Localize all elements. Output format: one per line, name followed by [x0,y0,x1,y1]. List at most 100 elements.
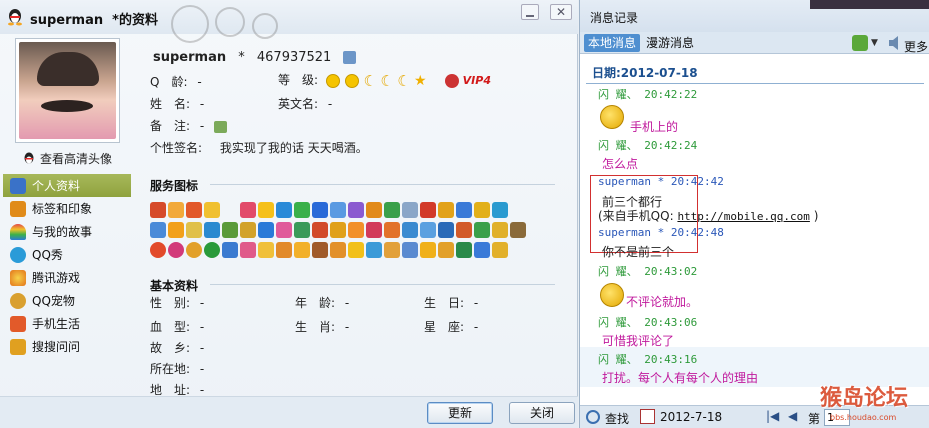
speaker-icon[interactable] [888,35,902,51]
service-icon[interactable] [384,222,400,238]
calendar-icon[interactable] [640,409,655,424]
question-icon [10,338,26,355]
service-icon[interactable] [384,202,400,218]
service-icon[interactable] [348,222,364,238]
service-icon[interactable] [168,222,184,238]
service-icon[interactable] [492,202,508,218]
service-icon[interactable] [420,242,436,258]
search-icon[interactable] [586,410,600,424]
chevron-down-icon[interactable]: ▼ [871,38,878,48]
service-icon[interactable] [402,242,418,258]
service-icon[interactable] [492,242,508,258]
update-button[interactable]: 更新 [427,402,493,424]
service-icon[interactable] [312,242,328,258]
service-icon[interactable] [402,222,418,238]
section-divider [210,284,555,285]
service-icon[interactable] [348,242,364,258]
service-icon[interactable] [240,202,256,218]
service-icon[interactable] [222,222,238,238]
nav-item-story[interactable]: 与我的故事 [3,220,131,243]
service-icon[interactable] [168,202,184,218]
service-icon[interactable] [168,242,184,258]
service-icon[interactable] [330,242,346,258]
service-icon[interactable] [366,202,382,218]
service-icon[interactable] [474,222,490,238]
service-icon[interactable] [492,222,508,238]
service-icon[interactable] [276,242,292,258]
service-icon[interactable] [384,242,400,258]
service-icon[interactable] [366,242,382,258]
service-icon[interactable] [474,242,490,258]
service-icon[interactable] [366,222,382,238]
service-icon[interactable] [240,242,256,258]
service-icon[interactable] [150,222,166,238]
service-icon[interactable] [294,222,310,238]
constellation-row: 星 座: - [424,320,479,334]
service-icon[interactable] [420,222,436,238]
message-header: superman * 20:42:48 [598,226,724,239]
service-icon[interactable] [420,202,436,218]
service-icon[interactable] [294,202,310,218]
mobile-qq-link[interactable]: http://mobile.qq.com [677,210,809,223]
service-icon[interactable] [204,242,220,258]
first-page-icon[interactable]: |◀ [766,409,779,423]
service-icon[interactable] [312,202,328,218]
service-icon[interactable] [258,202,274,218]
service-icon[interactable] [276,222,292,238]
service-icon[interactable] [402,202,418,218]
date-divider [586,83,924,84]
service-icon[interactable] [330,202,346,218]
service-icon[interactable] [150,242,166,258]
close-window-button[interactable]: ✕ [550,4,572,20]
service-icon[interactable] [222,202,238,218]
basic-info-heading: 基本资料 [150,279,199,293]
service-icon[interactable] [438,242,454,258]
service-icon[interactable] [474,202,490,218]
tab-local-messages[interactable]: 本地消息 [584,34,641,52]
nav-item-qqshow[interactable]: QQ秀 [3,243,131,266]
nav-item-tags[interactable]: 标签和印象 [3,197,131,220]
message-list: 日期:2012-07-18 闪 耀、 20:42:22 手机上的 闪 耀、 20… [580,55,929,405]
service-icon[interactable] [456,202,472,218]
service-icon[interactable] [330,222,346,238]
service-icon[interactable] [258,242,274,258]
service-icon[interactable] [240,222,256,238]
service-icon[interactable] [294,242,310,258]
close-button[interactable]: 关闭 [509,402,575,424]
service-icon[interactable] [438,222,454,238]
view-hd-avatar-link[interactable]: 查看高清头像 [22,150,112,167]
service-icon[interactable] [348,202,364,218]
service-icon[interactable] [510,222,526,238]
service-icon[interactable] [312,222,328,238]
service-icon[interactable] [186,242,202,258]
nav-item-pet[interactable]: QQ宠物 [3,289,131,312]
service-icon[interactable] [204,202,220,218]
service-icon[interactable] [204,222,220,238]
prev-page-icon[interactable]: ◀ [788,409,797,423]
service-icons-heading: 服务图标 [150,179,199,193]
service-icon[interactable] [456,242,472,258]
more-button[interactable]: 更多 [904,38,928,55]
date-field[interactable]: 2012-7-18 [660,410,722,424]
service-icon[interactable] [456,222,472,238]
service-icon[interactable] [150,202,166,218]
copy-icon[interactable] [343,51,357,64]
nav-item-soso[interactable]: 搜搜问问 [3,335,131,358]
service-icon[interactable] [186,202,202,218]
service-icon[interactable] [222,242,238,258]
service-icon[interactable] [438,202,454,218]
location-row: 所在地: - [150,362,205,376]
nav-item-profile[interactable]: 个人资料 [3,174,131,197]
service-icon[interactable] [186,222,202,238]
service-icon[interactable] [258,222,274,238]
search-button[interactable]: 查找 [605,410,629,427]
avatar-frame[interactable] [15,38,120,143]
tab-roaming-messages[interactable]: 漫游消息 [642,34,698,52]
service-icon[interactable] [276,202,292,218]
pet-icon [10,292,26,309]
nav-item-games[interactable]: 腾讯游戏 [3,266,131,289]
export-icon[interactable] [852,35,868,51]
edit-note-icon[interactable] [214,120,228,133]
nav-item-mobile-life[interactable]: 手机生活 [3,312,131,335]
minimize-button[interactable] [521,4,539,20]
